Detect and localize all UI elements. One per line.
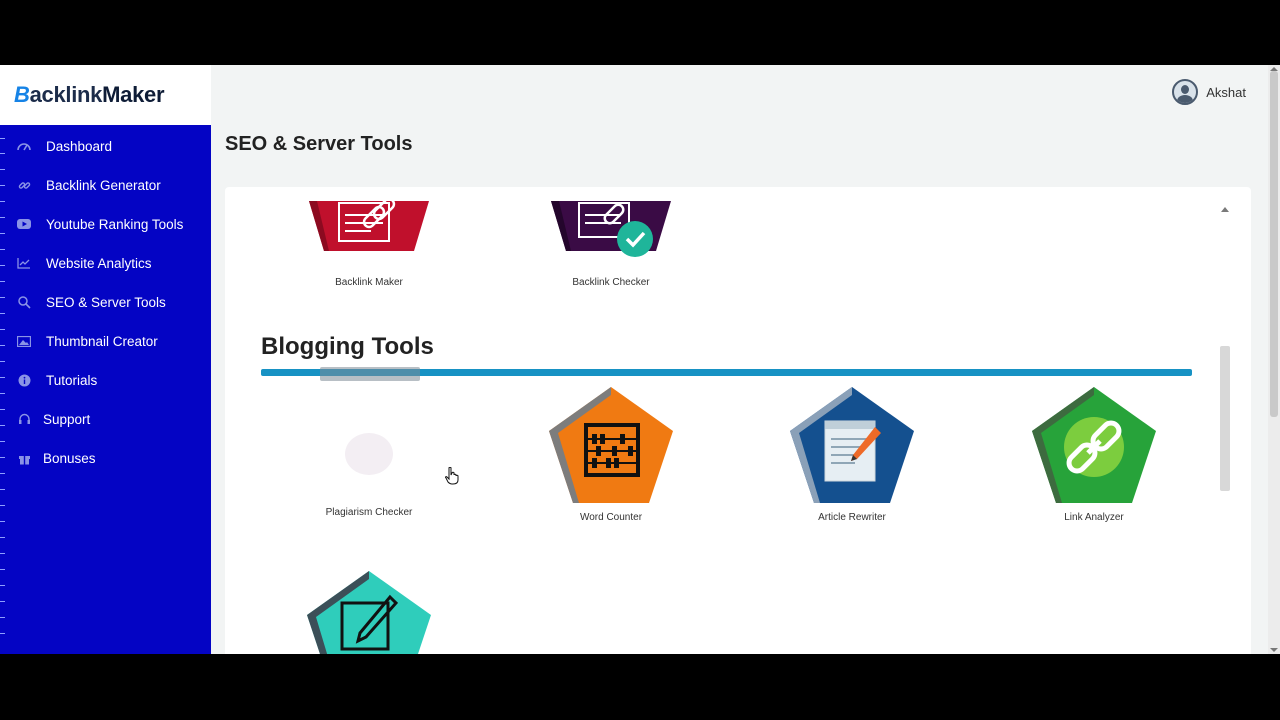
- sidebar-item-backlink-generator[interactable]: Backlink Generator: [0, 170, 211, 200]
- sidebar-item-label: Support: [43, 411, 91, 427]
- panel-scrollbar[interactable]: [1219, 201, 1231, 654]
- tool-word-counter[interactable]: Word Counter: [536, 387, 686, 523]
- sidebar-item-label: Backlink Generator: [46, 177, 161, 193]
- sidebar-item-seo-server-tools[interactable]: SEO & Server Tools: [0, 287, 211, 317]
- backlink-maker-icon: [309, 197, 429, 251]
- sidebar-item-website-analytics[interactable]: Website Analytics: [0, 248, 211, 278]
- sidebar-item-label: Dashboard: [46, 138, 113, 154]
- article-pen-icon: [790, 387, 914, 503]
- tools-panel: Backlink Maker Backlink Checker Blogging…: [225, 187, 1251, 654]
- sidebar-item-support[interactable]: Support: [0, 404, 211, 434]
- link-icon: [16, 177, 32, 193]
- tool-backlink-checker[interactable]: Backlink Checker: [536, 201, 686, 288]
- sidebar-item-thumbnail-creator[interactable]: Thumbnail Creator: [0, 326, 211, 356]
- tool-label: Article Rewriter: [818, 512, 886, 523]
- backlink-checker-icon: [551, 201, 671, 257]
- tool-backlink-maker[interactable]: Backlink Maker: [294, 197, 444, 288]
- sidebar-item-dashboard[interactable]: Dashboard: [0, 131, 211, 161]
- tool-label: Word Counter: [579, 512, 643, 523]
- dashboard-icon: [16, 138, 32, 154]
- loading-placeholder: [345, 433, 393, 475]
- chain-link-icon: [1032, 387, 1156, 503]
- sidebar-item-label: SEO & Server Tools: [46, 294, 166, 310]
- youtube-icon: [16, 216, 32, 232]
- hand-cursor-icon: [445, 467, 459, 485]
- section-title-blogging-tools: Blogging Tools: [261, 333, 434, 360]
- sidebar-item-label: Tutorials: [46, 372, 98, 388]
- panel-scroll-thumb[interactable]: [1220, 346, 1230, 491]
- sidebar-item-bonuses[interactable]: Bonuses: [0, 443, 211, 473]
- chart-line-icon: [16, 255, 32, 271]
- user-menu[interactable]: Akshat: [1172, 79, 1246, 105]
- window-scrollbar[interactable]: [1268, 65, 1280, 654]
- tooltip: [320, 367, 420, 381]
- sidebar-item-label: Bonuses: [43, 450, 96, 466]
- abacus-icon: [549, 387, 673, 503]
- sidebar-item-label: Thumbnail Creator: [46, 333, 158, 349]
- tool-label: Plagiarism Checker: [325, 507, 413, 518]
- sidebar-item-label: Youtube Ranking Tools: [46, 216, 184, 232]
- app-window: BacklinkMaker Dashboard Backlink Generat…: [0, 65, 1280, 654]
- page-title: SEO & Server Tools: [225, 133, 413, 155]
- tool-article-rewriter[interactable]: Article Rewriter: [777, 387, 927, 523]
- tool-label: Backlink Checker: [572, 277, 650, 288]
- sidebar-item-tutorials[interactable]: Tutorials: [0, 365, 211, 395]
- tool-notepad-partial[interactable]: [294, 571, 444, 654]
- tool-label: Backlink Maker: [335, 277, 403, 288]
- sidebar-item-label: Website Analytics: [46, 255, 152, 271]
- logo-bar: BacklinkMaker: [0, 65, 211, 125]
- backlinkmaker-logo[interactable]: BacklinkMaker: [14, 82, 165, 108]
- notepad-pencil-icon: [307, 571, 431, 654]
- image-icon: [16, 333, 32, 349]
- tool-label: Link Analyzer: [1064, 512, 1124, 523]
- gift-icon: [16, 450, 32, 466]
- tool-link-analyzer[interactable]: Link Analyzer: [1019, 387, 1169, 523]
- user-name: Akshat: [1206, 84, 1246, 100]
- scroll-up-icon[interactable]: [1221, 207, 1229, 212]
- tool-plagiarism-checker[interactable]: Plagiarism Checker: [294, 387, 444, 518]
- search-icon: [16, 294, 32, 310]
- sidebar: Dashboard Backlink Generator Youtube Ran…: [0, 125, 211, 654]
- plagiarism-checker-icon: [294, 387, 444, 507]
- headset-icon: [16, 411, 32, 427]
- info-icon: [16, 372, 32, 388]
- scroll-down-arrow-icon[interactable]: [1270, 648, 1278, 652]
- sidebar-item-youtube-ranking-tools[interactable]: Youtube Ranking Tools: [0, 209, 211, 239]
- user-avatar-icon: [1172, 79, 1199, 105]
- window-scroll-thumb[interactable]: [1270, 71, 1278, 417]
